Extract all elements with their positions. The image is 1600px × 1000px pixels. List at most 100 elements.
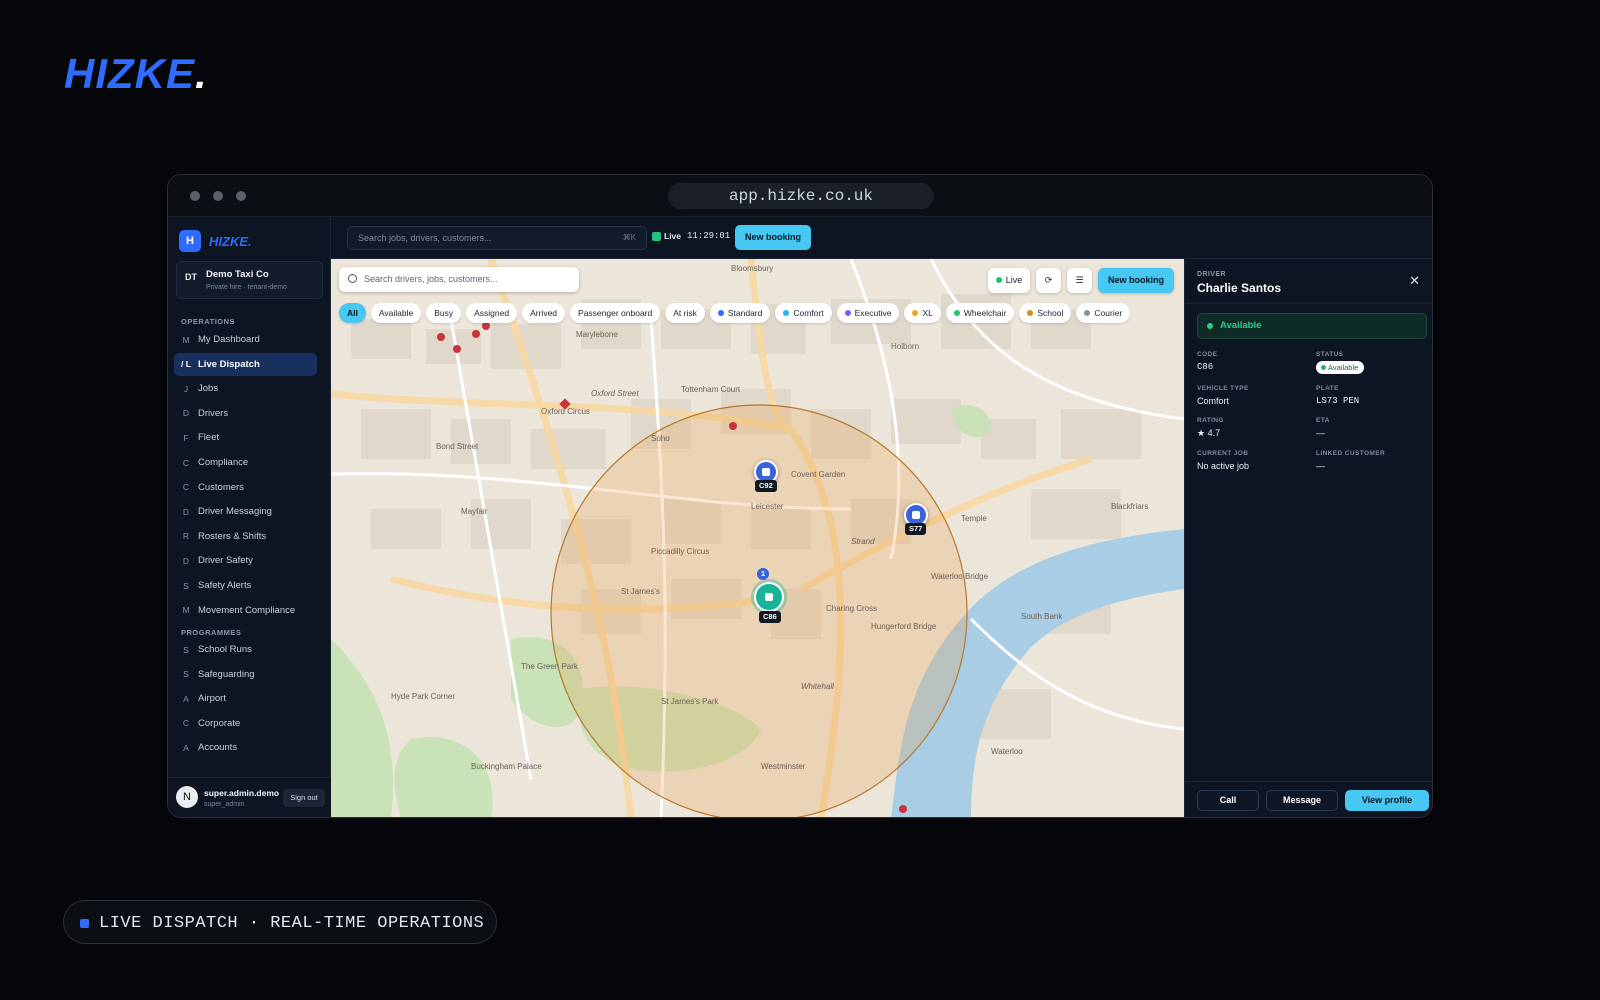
svg-text:Buckingham Palace: Buckingham Palace xyxy=(471,762,542,771)
svg-text:Mayfair: Mayfair xyxy=(461,507,488,516)
filter-chip-passenger-onboard[interactable]: Passenger onboard xyxy=(570,303,661,323)
message-button[interactable]: Message xyxy=(1266,790,1338,811)
search-placeholder: Search jobs, drivers, customers... xyxy=(358,233,492,243)
svg-text:St James's: St James's xyxy=(621,587,660,596)
filter-chip-wheelchair[interactable]: Wheelchair xyxy=(945,303,1015,323)
sidebar-item-label: My Dashboard xyxy=(198,334,260,345)
svg-text:Bond Street: Bond Street xyxy=(436,442,479,451)
sidebar-item-accounts[interactable]: A Accounts xyxy=(174,736,317,759)
status-banner: Available xyxy=(1197,313,1427,339)
sidebar-logo[interactable]: H HIZKE. xyxy=(179,230,252,252)
sidebar-item-label: School Runs xyxy=(198,644,252,655)
filter-chip-label: School xyxy=(1037,308,1064,318)
window-close-dot[interactable] xyxy=(190,191,200,201)
svg-text:Waterloo: Waterloo xyxy=(991,747,1023,756)
filter-chip-courier[interactable]: Courier xyxy=(1076,303,1131,323)
sidebar-item-driver-messaging[interactable]: D Driver Messaging xyxy=(174,500,317,523)
map-live-label: Live xyxy=(1005,275,1023,285)
sidebar-item-key: F xyxy=(183,432,189,443)
svg-text:St James's Park: St James's Park xyxy=(661,697,720,706)
filter-chip-school[interactable]: School xyxy=(1019,303,1072,323)
driver-code-label: S77 xyxy=(905,523,927,535)
filter-chip-executive[interactable]: Executive xyxy=(836,303,900,323)
sidebar-item-compliance[interactable]: C Compliance xyxy=(174,451,317,474)
logo-wordmark: HIZKE. xyxy=(209,233,252,249)
search-shortcut: ⌘K xyxy=(622,233,636,242)
avatar[interactable]: N xyxy=(176,786,198,808)
filter-chip-label: At risk xyxy=(673,308,697,318)
sidebar-item-drivers[interactable]: D Drivers xyxy=(174,402,317,425)
svg-text:Bloomsbury: Bloomsbury xyxy=(731,264,773,273)
filter-chip-arrived[interactable]: Arrived xyxy=(522,303,566,323)
address-bar[interactable]: app.hizke.co.uk xyxy=(668,183,934,209)
field-label-eta: ETA xyxy=(1316,417,1330,424)
sidebar-item-label: Compliance xyxy=(198,457,249,468)
sidebar-item-movement-compliance[interactable]: M Movement Compliance xyxy=(174,599,317,622)
field-linked-customer: — xyxy=(1316,461,1325,471)
sidebar-item-my-dashboard[interactable]: M My Dashboard xyxy=(174,328,317,351)
filter-chip-all[interactable]: All xyxy=(339,303,366,323)
sidebar-item-live-dispatch[interactable]: / L Live Dispatch xyxy=(174,352,317,376)
clock: 11:29:01 xyxy=(687,231,731,241)
sidebar-item-label: Drivers xyxy=(198,407,229,419)
new-booking-button[interactable]: New booking xyxy=(735,225,811,250)
close-icon[interactable]: ✕ xyxy=(1409,273,1420,289)
category-dot-icon xyxy=(783,310,790,316)
window-minimize-dot[interactable] xyxy=(213,191,223,201)
sidebar-item-safety-alerts[interactable]: S Safety Alerts xyxy=(174,574,317,597)
filter-chip-busy[interactable]: Busy xyxy=(426,303,462,323)
layers-button[interactable]: ☰ xyxy=(1067,268,1092,293)
category-dot-icon xyxy=(912,310,919,316)
filter-chip-at-risk[interactable]: At risk xyxy=(665,303,705,323)
sidebar-item-label: Customers xyxy=(198,481,244,493)
dispatch-map[interactable]: Bloomsbury Marylebone Soho Mayfair Covent G… xyxy=(331,259,1184,817)
live-dot-icon xyxy=(995,277,1002,283)
filter-chip-available[interactable]: Available xyxy=(370,303,422,323)
svg-text:Blackfriars: Blackfriars xyxy=(1111,502,1148,511)
sidebar-item-jobs[interactable]: J Jobs xyxy=(174,377,317,400)
tenant-avatar: DT xyxy=(185,272,197,282)
layers-icon: ☰ xyxy=(1075,275,1084,285)
map-new-booking-button[interactable]: New booking xyxy=(1098,268,1174,293)
filter-chip-label: All xyxy=(347,308,358,318)
tenant-name: Demo Taxi Co xyxy=(206,269,269,280)
filter-chip-label: Standard xyxy=(727,308,763,318)
sidebar-item-customers[interactable]: C Customers xyxy=(174,476,317,499)
refresh-button[interactable]: ⟳ xyxy=(1036,268,1061,293)
sidebar-item-driver-safety[interactable]: D Driver Safety xyxy=(174,549,317,572)
call-button[interactable]: Call xyxy=(1197,790,1259,811)
sidebar-item-airport[interactable]: A Airport xyxy=(174,687,317,710)
sidebar-item-safeguarding[interactable]: S Safeguarding xyxy=(174,663,317,686)
window-maximize-dot[interactable] xyxy=(236,191,246,201)
sidebar-item-key: C xyxy=(182,482,190,493)
sidebar-item-label: Accounts xyxy=(198,742,238,754)
sidebar-item-rosters-shifts[interactable]: R Rosters & Shifts xyxy=(174,525,317,548)
live-icon xyxy=(652,231,661,241)
sidebar-item-label: Rosters & Shifts xyxy=(198,530,267,542)
sign-out-button[interactable]: Sign out xyxy=(283,789,325,807)
sidebar-item-corporate[interactable]: C Corporate xyxy=(174,712,317,735)
map-live-toggle[interactable]: Live xyxy=(988,268,1030,293)
svg-text:Soho: Soho xyxy=(651,434,670,443)
sidebar-item-label: Airport xyxy=(198,693,226,705)
filter-chip-xl[interactable]: XL xyxy=(904,303,941,323)
map-search-input[interactable]: Search drivers, jobs, customers... xyxy=(339,267,579,292)
logo-mark-icon: H xyxy=(179,230,201,252)
driver-name: Charlie Santos xyxy=(1197,281,1282,295)
caption-pill: LIVE DISPATCH · REAL-TIME OPERATIONS xyxy=(63,900,497,944)
sidebar-item-school-runs[interactable]: S School Runs xyxy=(174,638,317,661)
view-profile-button[interactable]: View profile xyxy=(1345,790,1429,811)
field-label-vehicle: VEHICLE TYPE xyxy=(1197,385,1249,392)
svg-text:Strand: Strand xyxy=(851,537,875,546)
filter-chip-assigned[interactable]: Assigned xyxy=(466,303,518,323)
filter-chip-comfort[interactable]: Comfort xyxy=(775,303,832,323)
sidebar-item-fleet[interactable]: F Fleet xyxy=(174,426,317,449)
sidebar-item-label: Safety Alerts xyxy=(198,580,252,591)
driver-marker-c86-selected[interactable] xyxy=(754,582,784,612)
tenant-switcher[interactable]: DT Demo Taxi Co Private hire · tenant-de… xyxy=(176,261,323,299)
sidebar-item-key: M xyxy=(182,605,190,616)
svg-text:Whitehall: Whitehall xyxy=(801,682,834,691)
global-search-input[interactable]: Search jobs, drivers, customers... ⌘K xyxy=(347,226,647,250)
svg-text:Leicester: Leicester xyxy=(751,502,784,511)
filter-chip-standard[interactable]: Standard xyxy=(709,303,771,323)
